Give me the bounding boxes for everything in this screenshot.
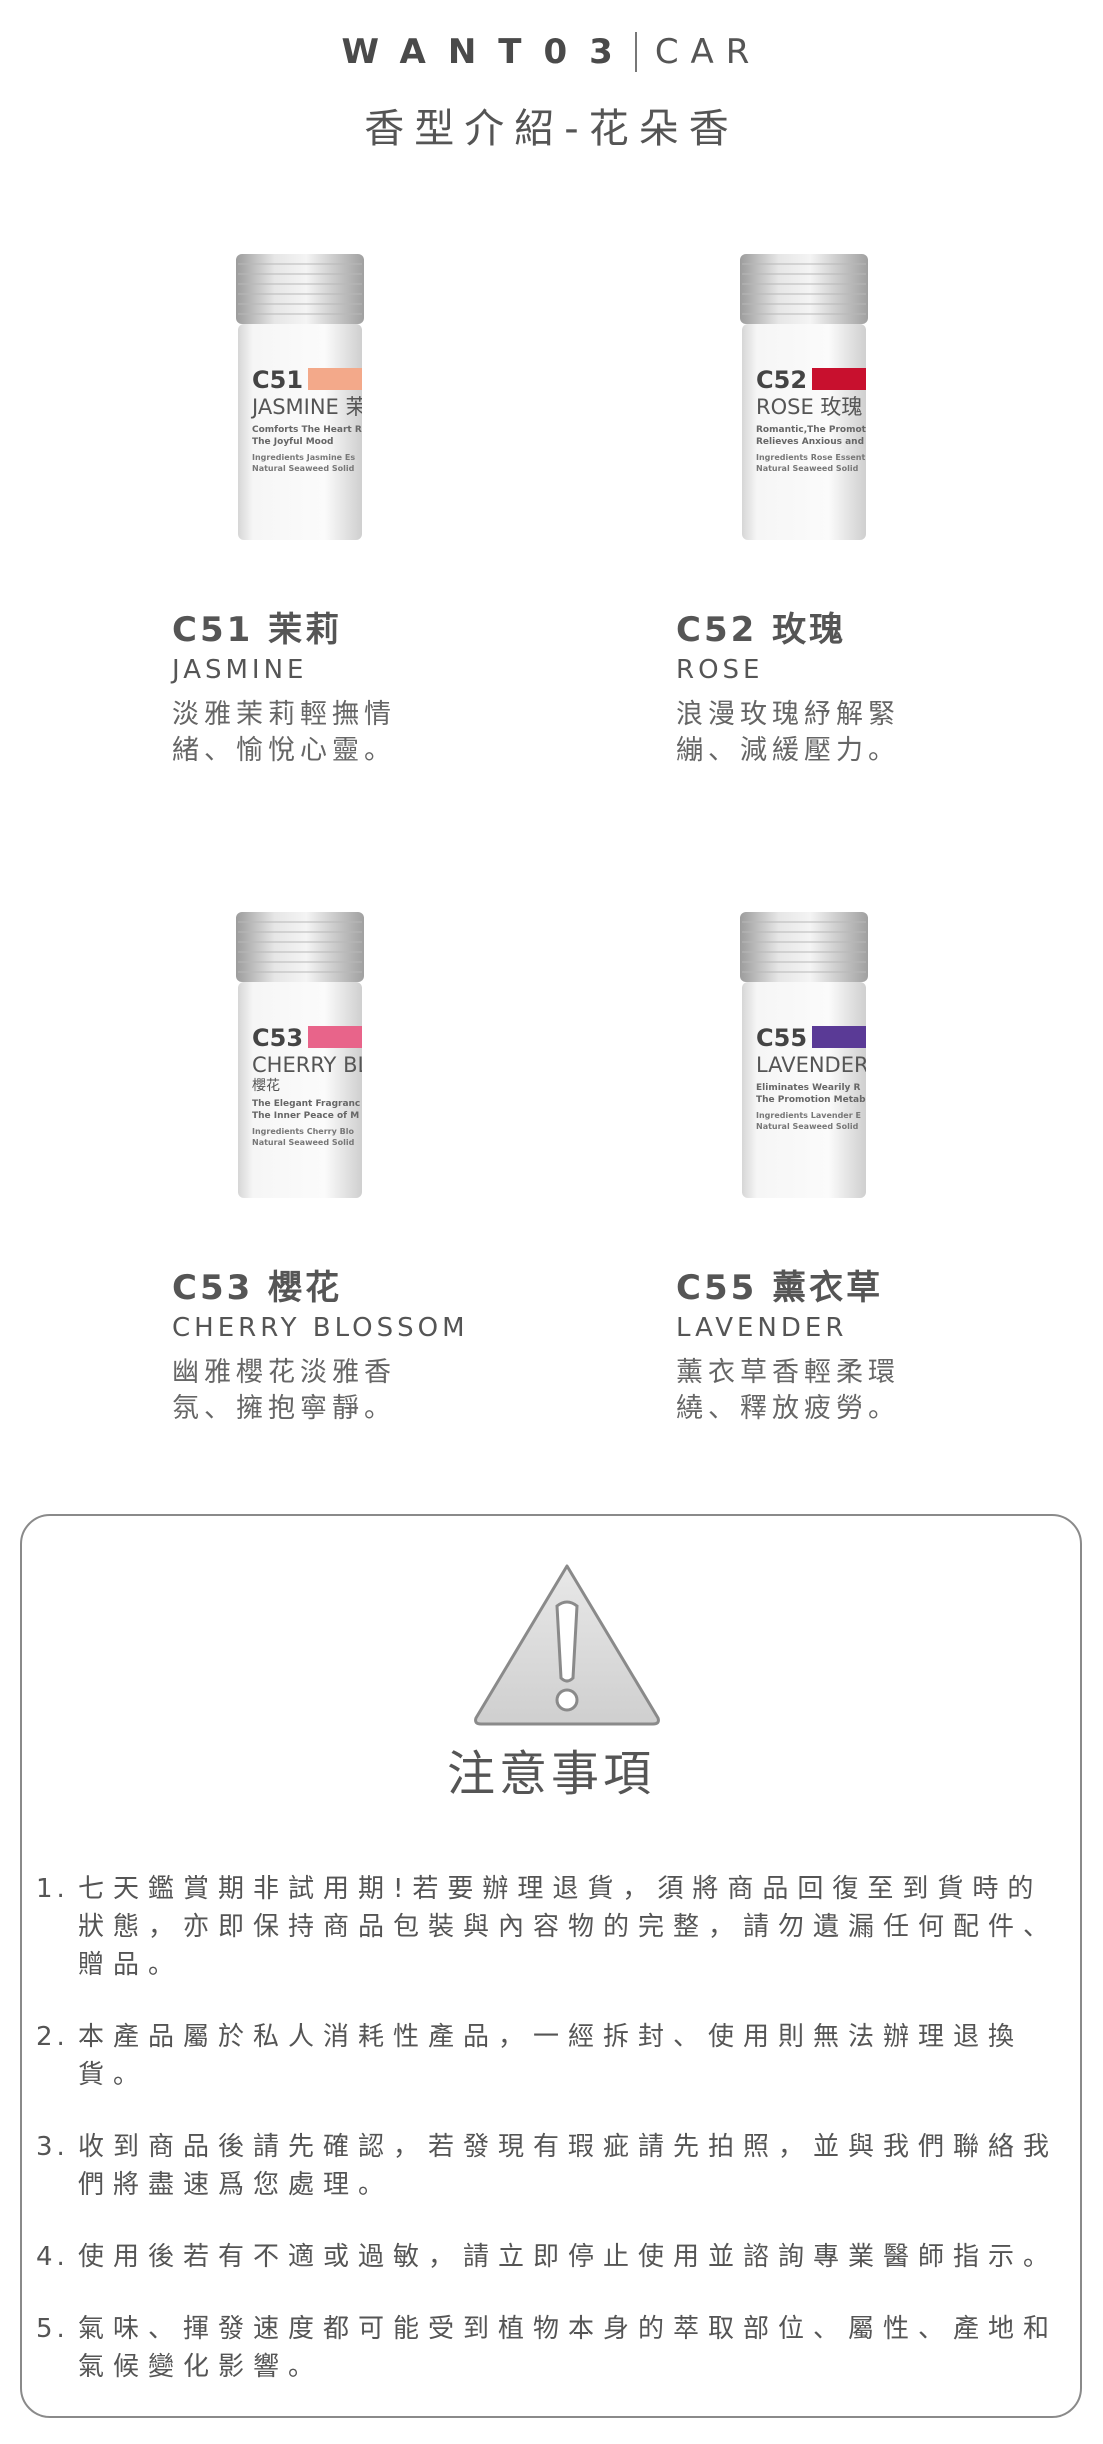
notice-item-text: 本產品屬於私人消耗性產品，一經拆封、使用則無法辦理退換貨。	[78, 2022, 1024, 2090]
svg-text:Comforts The Heart R: Comforts The Heart R	[252, 425, 362, 435]
notice-item: 3. 收到商品後請先確認，若發現有瑕疵請先拍照，並與我們聯絡我們將盡速爲您處理。	[36, 2128, 1066, 2204]
svg-text:Ingredients Lavender E: Ingredients Lavender E	[756, 1111, 861, 1120]
notice-box: 注意事項 1. 七天鑑賞期非試用期!若要辦理退貨，須將商品回復至到貨時的狀態，亦…	[20, 1514, 1082, 2418]
svg-text:C52: C52	[756, 366, 807, 394]
brand-category: CAR	[654, 32, 762, 72]
product-bottle-image: C52 ROSE 玫瑰 Romantic,The Promoti Relieve…	[736, 252, 872, 544]
product-info: C51 茉莉 JASMINE 淡雅茉莉輕撫情緒、愉悅心靈。	[172, 602, 492, 769]
svg-text:櫻花: 櫻花	[252, 1077, 280, 1094]
notice-item-text: 七天鑑賞期非試用期!若要辦理退貨，須將商品回復至到貨時的狀態，亦即保持商品包裝與…	[78, 1874, 1059, 1980]
product-info: C52 玫瑰 ROSE 浪漫玫瑰紓解緊繃、減緩壓力。	[676, 602, 996, 769]
svg-text:C51: C51	[252, 366, 303, 394]
page-subtitle: 香型介紹-花朵香	[364, 106, 739, 152]
svg-text:The Inner Peace of M: The Inner Peace of M	[252, 1111, 359, 1121]
notice-item-text: 收到商品後請先確認，若發現有瑕疵請先拍照，並與我們聯絡我們將盡速爲您處理。	[78, 2132, 1059, 2200]
svg-text:Natural Seaweed Solid: Natural Seaweed Solid	[252, 464, 355, 473]
notice-item-number: 5.	[36, 2314, 69, 2344]
svg-text:Eliminates Wearily R: Eliminates Wearily R	[756, 1083, 861, 1093]
product-code: C51 茉莉	[172, 610, 343, 650]
notice-item-number: 4.	[36, 2242, 69, 2272]
svg-text:The Promotion Metab: The Promotion Metab	[756, 1095, 866, 1105]
product-code: C53 櫻花	[172, 1268, 343, 1308]
svg-text:JASMINE 茉: JASMINE 茉	[250, 395, 367, 419]
svg-text:Ingredients Cherry Blo: Ingredients Cherry Blo	[252, 1127, 354, 1136]
notice-item-number: 1.	[36, 1874, 69, 1904]
product-english-name: ROSE	[676, 655, 764, 685]
svg-text:The Joyful Mood: The Joyful Mood	[252, 437, 334, 447]
product-bottle-image: C55 LAVENDER Eliminates Wearily R The Pr…	[736, 910, 872, 1202]
product-description: 幽雅櫻花淡雅香氛、擁抱寧靜。	[172, 1357, 396, 1424]
product-code: C52 玫瑰	[676, 610, 847, 650]
svg-text:Ingredients Jasmine Es: Ingredients Jasmine Es	[252, 453, 355, 462]
svg-text:Ingredients Rose Essent: Ingredients Rose Essent	[756, 453, 865, 462]
notice-title: 注意事項	[446, 1746, 655, 1802]
svg-text:C55: C55	[756, 1024, 807, 1052]
svg-text:CHERRY BL: CHERRY BL	[252, 1053, 368, 1077]
notice-item: 1. 七天鑑賞期非試用期!若要辦理退貨，須將商品回復至到貨時的狀態，亦即保持商品…	[36, 1870, 1066, 1984]
svg-text:Natural Seaweed Solid: Natural Seaweed Solid	[756, 464, 859, 473]
product-english-name: LAVENDER	[676, 1313, 848, 1343]
notice-item: 2. 本產品屬於私人消耗性產品，一經拆封、使用則無法辦理退換貨。	[36, 2018, 1066, 2094]
warning-triangle-icon	[470, 1558, 664, 1732]
svg-text:Natural Seaweed Solid: Natural Seaweed Solid	[756, 1122, 859, 1131]
product-english-name: JASMINE	[172, 655, 308, 685]
product-description: 淡雅茉莉輕撫情緒、愉悅心靈。	[172, 699, 396, 766]
svg-text:C53: C53	[252, 1024, 303, 1052]
notice-item-number: 2.	[36, 2022, 69, 2052]
notice-item-text: 氣味、揮發速度都可能受到植物本身的萃取部位、屬性、產地和氣候變化影響。	[78, 2314, 1059, 2382]
notice-item: 5. 氣味、揮發速度都可能受到植物本身的萃取部位、屬性、產地和氣候變化影響。	[36, 2310, 1066, 2386]
product-description: 薰衣草香輕柔環繞、釋放疲勞。	[676, 1357, 900, 1424]
page-header: WANT03 CAR 香型介紹-花朵香	[0, 30, 1103, 154]
notice-item-number: 3.	[36, 2132, 69, 2162]
notice-item-text: 使用後若有不適或過敏，請立即停止使用並諮詢專業醫師指示。	[78, 2242, 1059, 2272]
svg-text:Relieves Anxious and T: Relieves Anxious and T	[756, 437, 872, 447]
product-description: 浪漫玫瑰紓解緊繃、減緩壓力。	[676, 699, 900, 766]
product-info: C53 櫻花 CHERRY BLOSSOM 幽雅櫻花淡雅香氛、擁抱寧靜。	[172, 1260, 492, 1427]
svg-text:Natural Seaweed Solid: Natural Seaweed Solid	[252, 1138, 355, 1147]
brand-name: WANT03	[341, 32, 635, 72]
product-code: C55 薰衣草	[676, 1268, 884, 1308]
notice-item: 4. 使用後若有不適或過敏，請立即停止使用並諮詢專業醫師指示。	[36, 2238, 1066, 2276]
svg-text:LAVENDER: LAVENDER	[756, 1053, 869, 1077]
product-bottle-image: C51 JASMINE 茉 Comforts The Heart R The J…	[232, 252, 368, 544]
product-english-name: CHERRY BLOSSOM	[172, 1313, 469, 1343]
notice-list: 1. 七天鑑賞期非試用期!若要辦理退貨，須將商品回復至到貨時的狀態，亦即保持商品…	[36, 1870, 1066, 2420]
brand-divider	[634, 32, 637, 72]
svg-text:ROSE 玫瑰: ROSE 玫瑰	[756, 395, 862, 419]
product-info: C55 薰衣草 LAVENDER 薰衣草香輕柔環繞、釋放疲勞。	[676, 1260, 996, 1427]
brand-logo: WANT03 CAR	[342, 30, 762, 74]
product-bottle-image: C53 CHERRY BL 櫻花 The Elegant Fragranc Th…	[232, 910, 368, 1202]
svg-text:Romantic,The Promoti: Romantic,The Promoti	[756, 425, 869, 435]
svg-text:The Elegant Fragranc: The Elegant Fragranc	[252, 1099, 360, 1109]
